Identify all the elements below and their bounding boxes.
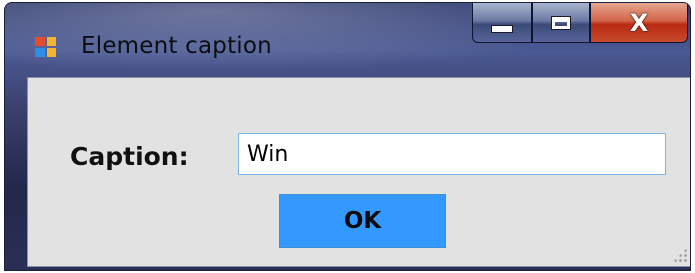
resize-grip-icon[interactable] <box>673 248 687 262</box>
close-button[interactable]: X <box>590 3 688 43</box>
ok-button[interactable]: OK <box>279 194 446 248</box>
maximize-button[interactable] <box>532 3 590 43</box>
maximize-icon <box>551 15 571 30</box>
caption-buttons: X <box>472 3 688 43</box>
close-icon: X <box>629 8 649 37</box>
windows-form-icon[interactable] <box>35 37 56 57</box>
caption-label: Caption: <box>70 142 189 171</box>
minimize-button[interactable] <box>472 3 532 43</box>
title-bar[interactable]: Element caption X <box>5 3 690 77</box>
dialog-client-area: Caption: OK <box>27 77 690 267</box>
minimize-icon <box>491 24 513 33</box>
caption-input[interactable] <box>238 133 666 175</box>
dialog-window: Element caption X Caption: OK <box>4 2 691 271</box>
window-title: Element caption <box>81 33 272 59</box>
